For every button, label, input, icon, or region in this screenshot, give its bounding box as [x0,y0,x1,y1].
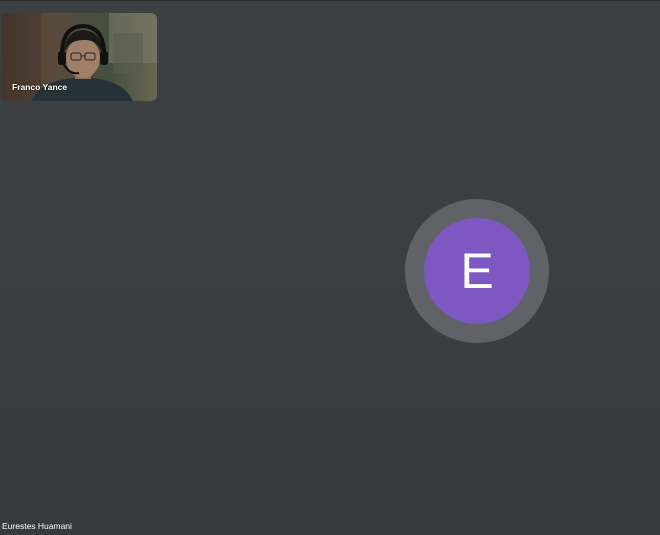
speaker-avatar-ring: E [405,199,549,343]
self-video-tile[interactable]: Franco Yance [1,13,157,101]
main-participant-name: Eurestes Huamani [2,521,72,531]
participant-avatar: E [424,218,530,324]
meeting-stage: Franco Yance E Eurestes Huamani [0,0,660,535]
self-participant-name: Franco Yance [12,82,68,92]
